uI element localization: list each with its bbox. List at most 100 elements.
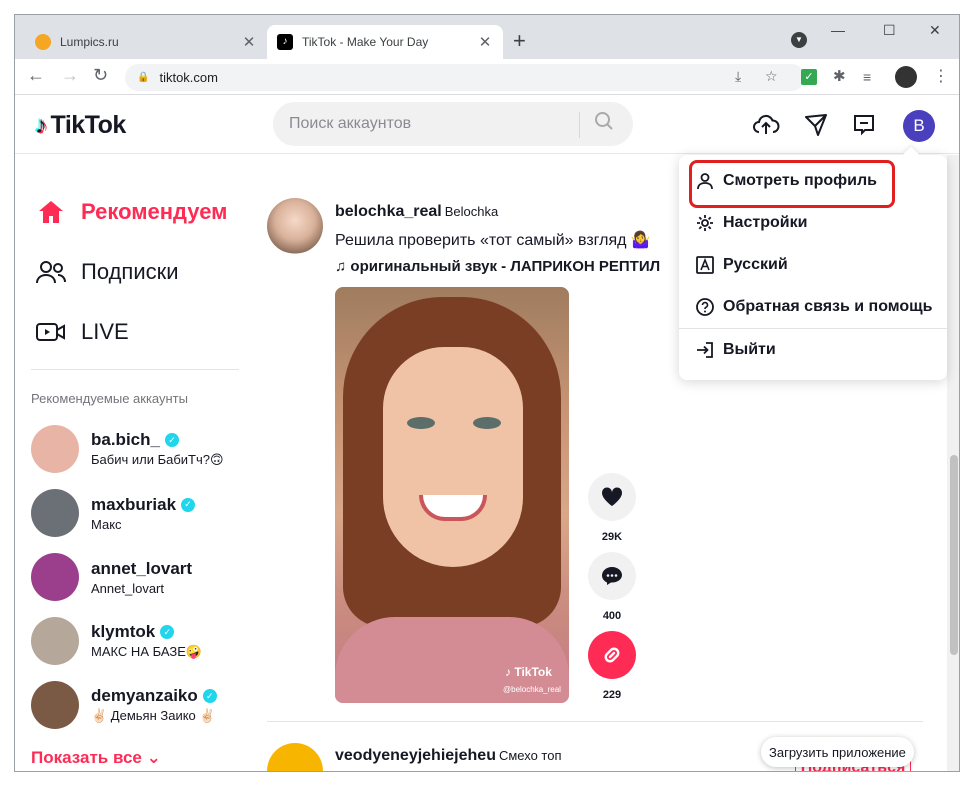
menu-item-label: Настройки — [723, 214, 808, 231]
verified-icon: ✓ — [202, 689, 217, 703]
account-username: maxburiak — [91, 494, 177, 514]
tiktok-favicon-icon: ♪ — [277, 34, 293, 50]
verified-icon: ✓ — [160, 625, 175, 639]
avatar — [31, 425, 79, 473]
new-tab-button[interactable]: + — [513, 29, 526, 53]
user-avatar[interactable]: B — [903, 110, 935, 142]
sidebar: Рекомендуем Подписки LIVE Рекомендуемые … — [15, 155, 255, 771]
inbox-icon[interactable] — [849, 110, 879, 140]
chevron-down-icon: ⌄ — [146, 748, 161, 767]
like-count: 29K — [601, 531, 623, 543]
post-author[interactable]: veodyeneyjehiejeheu Смехо топ — [335, 747, 562, 765]
link-icon — [604, 647, 620, 663]
suggested-accounts-title: Рекомендуемые аккаунты — [31, 391, 188, 406]
video-player[interactable]: ♪ TikTok @belochka_real — [335, 287, 569, 703]
post-nickname: Belochka — [444, 204, 499, 219]
tiktok-header: ♪ TikTok Поиск аккаунтов B — [15, 96, 959, 154]
suggested-account[interactable]: annet_lovart Annet_lovart — [31, 553, 192, 601]
browser-toolbar: ← → ↻ 🔒 tiktok.com ⤓ ☆ ✓ ✱ ≡ ⋮ — [15, 59, 959, 95]
url-text: tiktok.com — [159, 70, 218, 85]
like-button[interactable] — [588, 473, 636, 521]
upload-icon[interactable] — [751, 110, 781, 140]
comment-icon — [602, 567, 622, 585]
scrollbar[interactable] — [947, 155, 959, 771]
menu-divider — [679, 328, 947, 329]
comment-button[interactable] — [588, 552, 636, 600]
show-all-label: Показать все — [31, 748, 142, 767]
browser-menu-icon[interactable]: ⋮ — [933, 69, 949, 85]
back-icon[interactable]: ← — [27, 64, 45, 86]
comment-count: 400 — [602, 610, 622, 622]
menu-item-label: Русский — [723, 256, 788, 273]
tab-tiktok[interactable]: ♪ TikTok - Make Your Day ✕ — [267, 25, 503, 59]
share-button[interactable] — [588, 631, 636, 679]
menu-item-logout[interactable]: Выйти — [695, 340, 776, 360]
reload-icon[interactable]: ↻ — [93, 64, 108, 86]
get-app-button[interactable]: Загрузить приложение — [761, 737, 914, 767]
avatar — [31, 681, 79, 729]
tab-search-icon[interactable]: ▼ — [791, 32, 807, 48]
suggested-account[interactable]: ba.bich_ ✓ Бабич или БабиТч?🙃 — [31, 425, 224, 473]
logout-icon — [695, 340, 715, 360]
minimize-icon[interactable]: — — [831, 22, 845, 38]
nav-recommended[interactable]: Рекомендуем — [35, 199, 227, 225]
settings-icon — [695, 213, 715, 233]
home-icon — [35, 199, 67, 225]
post-username: veodyeneyjehiejeheu — [335, 747, 496, 764]
search-input[interactable]: Поиск аккаунтов — [273, 102, 633, 146]
logo-text: TikTok — [50, 111, 127, 139]
tiktok-logo[interactable]: ♪ TikTok — [35, 111, 126, 140]
menu-item-settings[interactable]: Настройки — [695, 213, 807, 233]
account-username: annet_lovart — [91, 558, 193, 578]
post-author-avatar[interactable] — [267, 198, 323, 254]
highlight-box — [689, 160, 895, 208]
help-icon — [695, 297, 715, 317]
post-description: Решила проверить «тот самый» взгляд 🤷‍♀️ — [335, 232, 651, 249]
menu-item-label: Выйти — [723, 341, 776, 358]
watermark-text: TikTok — [514, 665, 552, 679]
tab-lumpics[interactable]: Lumpics.ru ✕ — [25, 25, 267, 59]
scrollbar-thumb[interactable] — [950, 455, 958, 655]
verified-icon: ✓ — [164, 433, 179, 447]
video-frame-face — [383, 347, 523, 567]
suggested-account[interactable]: klymtok ✓ МАКС НА БАЗЕ🤪 — [31, 617, 202, 665]
bookmark-star-icon[interactable]: ☆ — [765, 68, 778, 85]
suggested-account[interactable]: demyanzaiko ✓ ✌🏻 Демьян Заико ✌🏻 — [31, 681, 217, 729]
extension-check-icon[interactable]: ✓ — [801, 69, 817, 85]
video-frame-eye — [473, 417, 501, 429]
extensions-puzzle-icon[interactable]: ✱ — [833, 69, 849, 85]
nav-following[interactable]: Подписки — [35, 259, 179, 285]
install-icon[interactable]: ⤓ — [735, 68, 741, 85]
forward-icon[interactable]: → — [61, 64, 79, 86]
post-sound-link[interactable]: ♫ оригинальный звук - ЛАПРИКОН РЕПТИЛ — [335, 258, 685, 275]
search-divider — [579, 112, 580, 138]
post-author[interactable]: belochka_real Belochka — [335, 203, 498, 221]
post-username: belochka_real — [335, 203, 442, 220]
account-display-name: МАКС НА БАЗЕ🤪 — [91, 644, 203, 659]
close-tab-icon[interactable]: ✕ — [477, 33, 493, 51]
account-display-name: Annet_lovart — [91, 580, 164, 596]
media-queue-icon[interactable]: ≡ — [863, 69, 879, 85]
tiktok-note-icon: ♪ — [35, 111, 47, 139]
messages-send-icon[interactable] — [801, 110, 831, 140]
nav-label: Рекомендуем — [81, 199, 228, 224]
tab-title: Lumpics.ru — [60, 35, 119, 49]
profile-avatar[interactable] — [895, 66, 917, 88]
search-icon[interactable] — [594, 111, 614, 137]
post-author-avatar[interactable] — [267, 743, 323, 771]
video-frame-eye — [407, 417, 435, 429]
following-icon — [35, 259, 67, 285]
maximize-icon[interactable]: ☐ — [883, 22, 896, 39]
suggested-account[interactable]: maxburiak ✓ Макс — [31, 489, 196, 537]
nav-live[interactable]: LIVE — [35, 319, 129, 345]
show-all-link[interactable]: Показать все ⌄ — [31, 748, 161, 768]
close-tab-icon[interactable]: ✕ — [241, 33, 257, 51]
lock-icon: 🔒 — [137, 72, 150, 83]
address-bar[interactable]: 🔒 tiktok.com ⤓ ☆ — [125, 64, 805, 91]
close-window-icon[interactable]: ✕ — [929, 22, 941, 39]
menu-item-language[interactable]: Русский — [695, 255, 788, 275]
nav-label: LIVE — [81, 319, 129, 344]
post-nickname: Смехо топ — [498, 748, 562, 763]
tab-strip: Lumpics.ru ✕ ♪ TikTok - Make Your Day ✕ … — [15, 15, 959, 59]
menu-item-feedback[interactable]: Обратная связь и помощь — [695, 297, 933, 317]
